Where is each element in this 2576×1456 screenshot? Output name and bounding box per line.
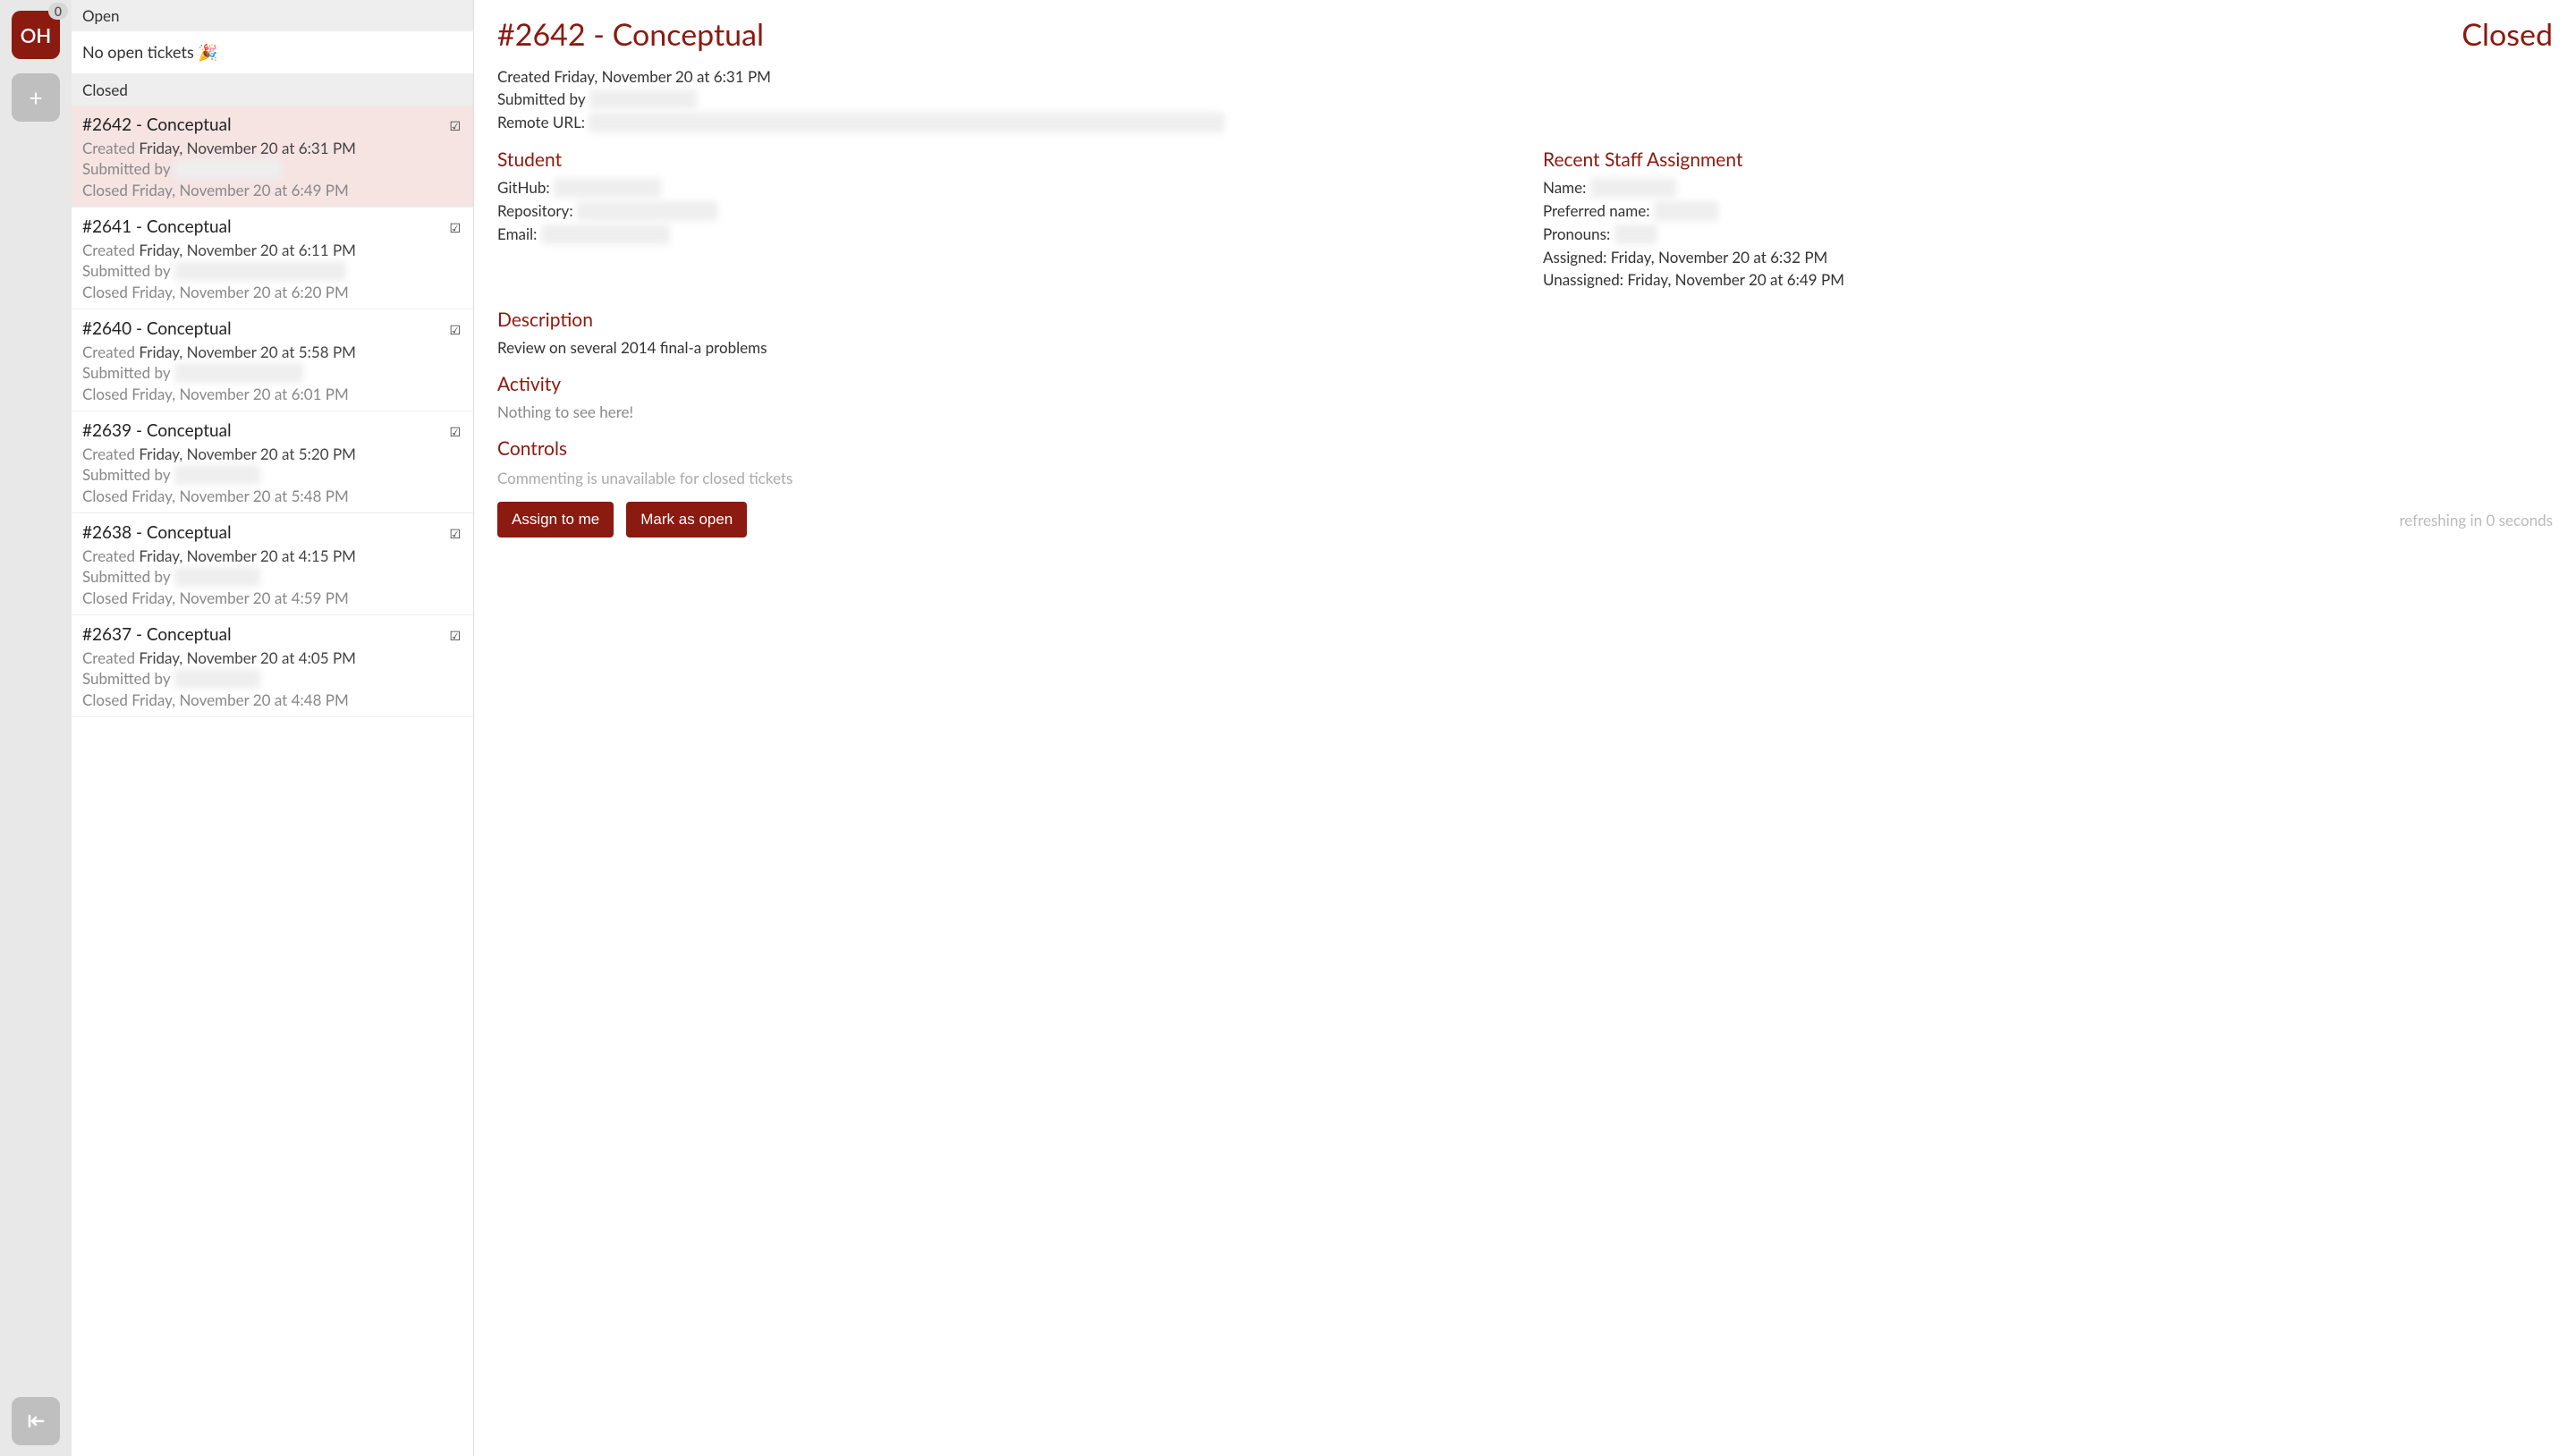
remote-line: Remote URL: ████████████████████████████… (497, 113, 2553, 132)
open-empty-message: No open tickets 🎉 (72, 31, 473, 74)
check-icon: ☑ (449, 628, 461, 644)
ticket-item-submitted: Submitted by ████████ (82, 567, 462, 587)
plus-icon: + (29, 86, 42, 109)
ticket-item-title: #2640 - Conceptual (82, 318, 462, 339)
ticket-item-created: Created Friday, November 20 at 5:20 PM (82, 444, 462, 463)
ticket-item[interactable]: #2641 - Conceptual Created Friday, Novemb… (72, 207, 473, 309)
check-icon: ☑ (449, 220, 461, 236)
nav-rail: OH 0 + (0, 0, 72, 1456)
check-icon: ☑ (449, 526, 461, 542)
ticket-item-submitted: Submitted by ██████████ (82, 159, 462, 179)
repo-line: Repository: █████████████ (497, 201, 1507, 221)
student-heading: Student (497, 148, 1507, 171)
staff-name-line: Name: ████████ (1543, 178, 2553, 198)
activity-empty: Nothing to see here! (497, 402, 2553, 421)
remote-redacted: ████████████████████████████████████████… (589, 113, 1224, 132)
ticket-item-created: Created Friday, November 20 at 6:11 PM (82, 241, 462, 259)
check-icon: ☑ (449, 322, 461, 338)
ticket-item[interactable]: #2639 - Conceptual Created Friday, Novemb… (72, 411, 473, 513)
ticket-item-submitted: Submitted by ████████████ (82, 363, 462, 383)
github-line: GitHub: ██████████ (497, 178, 1507, 198)
open-section-header: Open (72, 0, 473, 31)
ticket-item-closed: Closed Friday, November 20 at 4:59 PM (82, 588, 462, 607)
check-icon: ☑ (449, 118, 461, 134)
ticket-item[interactable]: #2640 - Conceptual Created Friday, Novemb… (72, 309, 473, 411)
closed-section-header: Closed (72, 74, 473, 106)
staff-block: Recent Staff Assignment Name: ████████ P… (1543, 148, 2553, 292)
ticket-item[interactable]: #2638 - Conceptual Created Friday, Novemb… (72, 513, 473, 615)
submitted-line: Submitted by ██████████ (497, 89, 2553, 109)
description-heading: Description (497, 309, 2553, 331)
ticket-item-closed: Closed Friday, November 20 at 5:48 PM (82, 487, 462, 505)
assign-button[interactable]: Assign to me (497, 502, 614, 538)
queue-button[interactable]: OH 0 (12, 11, 60, 59)
ticket-item-created: Created Friday, November 20 at 5:58 PM (82, 343, 462, 361)
ticket-item-closed: Closed Friday, November 20 at 4:48 PM (82, 690, 462, 709)
activity-heading: Activity (497, 373, 2553, 395)
ticket-item-title: #2642 - Conceptual (82, 114, 462, 135)
queue-label: OH (21, 23, 52, 47)
ticket-item-title: #2638 - Conceptual (82, 522, 462, 543)
ticket-item-submitted: Submitted by ████████████████ (82, 261, 462, 281)
ticket-detail: #2642 - Conceptual Closed Created Friday… (474, 0, 2576, 1456)
ticket-status: Closed (2462, 16, 2553, 53)
description-body: Review on several 2014 final-a problems (497, 338, 2553, 357)
ticket-item-closed: Closed Friday, November 20 at 6:20 PM (82, 283, 462, 301)
check-icon: ☑ (449, 424, 461, 440)
ticket-list-column: Open No open tickets 🎉 Closed #2642 - Co… (72, 0, 474, 1456)
collapse-icon (25, 1410, 47, 1432)
staff-unassigned-line: Unassigned: Friday, November 20 at 6:49 … (1543, 270, 2553, 289)
created-line: Created Friday, November 20 at 6:31 PM (497, 67, 2553, 86)
staff-heading: Recent Staff Assignment (1543, 148, 2553, 171)
ticket-item-closed: Closed Friday, November 20 at 6:49 PM (82, 181, 462, 199)
student-block: Student GitHub: ██████████ Repository: █… (497, 148, 1507, 292)
submitted-redacted: ██████████ (589, 89, 697, 109)
staff-pref-line: Preferred name: ██████ (1543, 201, 2553, 221)
ticket-item-closed: Closed Friday, November 20 at 6:01 PM (82, 385, 462, 403)
ticket-list: #2642 - Conceptual Created Friday, Novemb… (72, 106, 473, 717)
staff-pronouns-line: Pronouns: ████ (1543, 224, 2553, 244)
ticket-item-title: #2637 - Conceptual (82, 624, 462, 645)
email-line: Email: ████████████ (497, 224, 1507, 244)
ticket-item[interactable]: #2637 - Conceptual Created Friday, Novemb… (72, 615, 473, 717)
ticket-item-created: Created Friday, November 20 at 4:05 PM (82, 648, 462, 667)
add-button[interactable]: + (12, 73, 60, 122)
ticket-item-submitted: Submitted by ████████ (82, 669, 462, 689)
ticket-item-title: #2639 - Conceptual (82, 420, 462, 441)
controls-heading: Controls (497, 437, 2553, 460)
staff-assigned-line: Assigned: Friday, November 20 at 6:32 PM (1543, 248, 2553, 267)
ticket-item[interactable]: #2642 - Conceptual Created Friday, Novemb… (72, 106, 473, 207)
ticket-item-title: #2641 - Conceptual (82, 216, 462, 237)
ticket-item-created: Created Friday, November 20 at 4:15 PM (82, 546, 462, 565)
ticket-item-submitted: Submitted by ████████ (82, 465, 462, 485)
mark-open-button[interactable]: Mark as open (626, 502, 747, 538)
queue-badge: 0 (48, 3, 68, 20)
refresh-note: refreshing in 0 seconds (2399, 511, 2553, 529)
ticket-meta: Created Friday, November 20 at 6:31 PM S… (497, 67, 2553, 132)
ticket-title: #2642 - Conceptual (497, 16, 764, 53)
comment-disabled: Commenting is unavailable for closed tic… (497, 469, 2553, 487)
collapse-button[interactable] (12, 1397, 60, 1445)
ticket-item-created: Created Friday, November 20 at 6:31 PM (82, 139, 462, 157)
controls-row: Assign to me Mark as open refreshing in … (497, 502, 2553, 538)
